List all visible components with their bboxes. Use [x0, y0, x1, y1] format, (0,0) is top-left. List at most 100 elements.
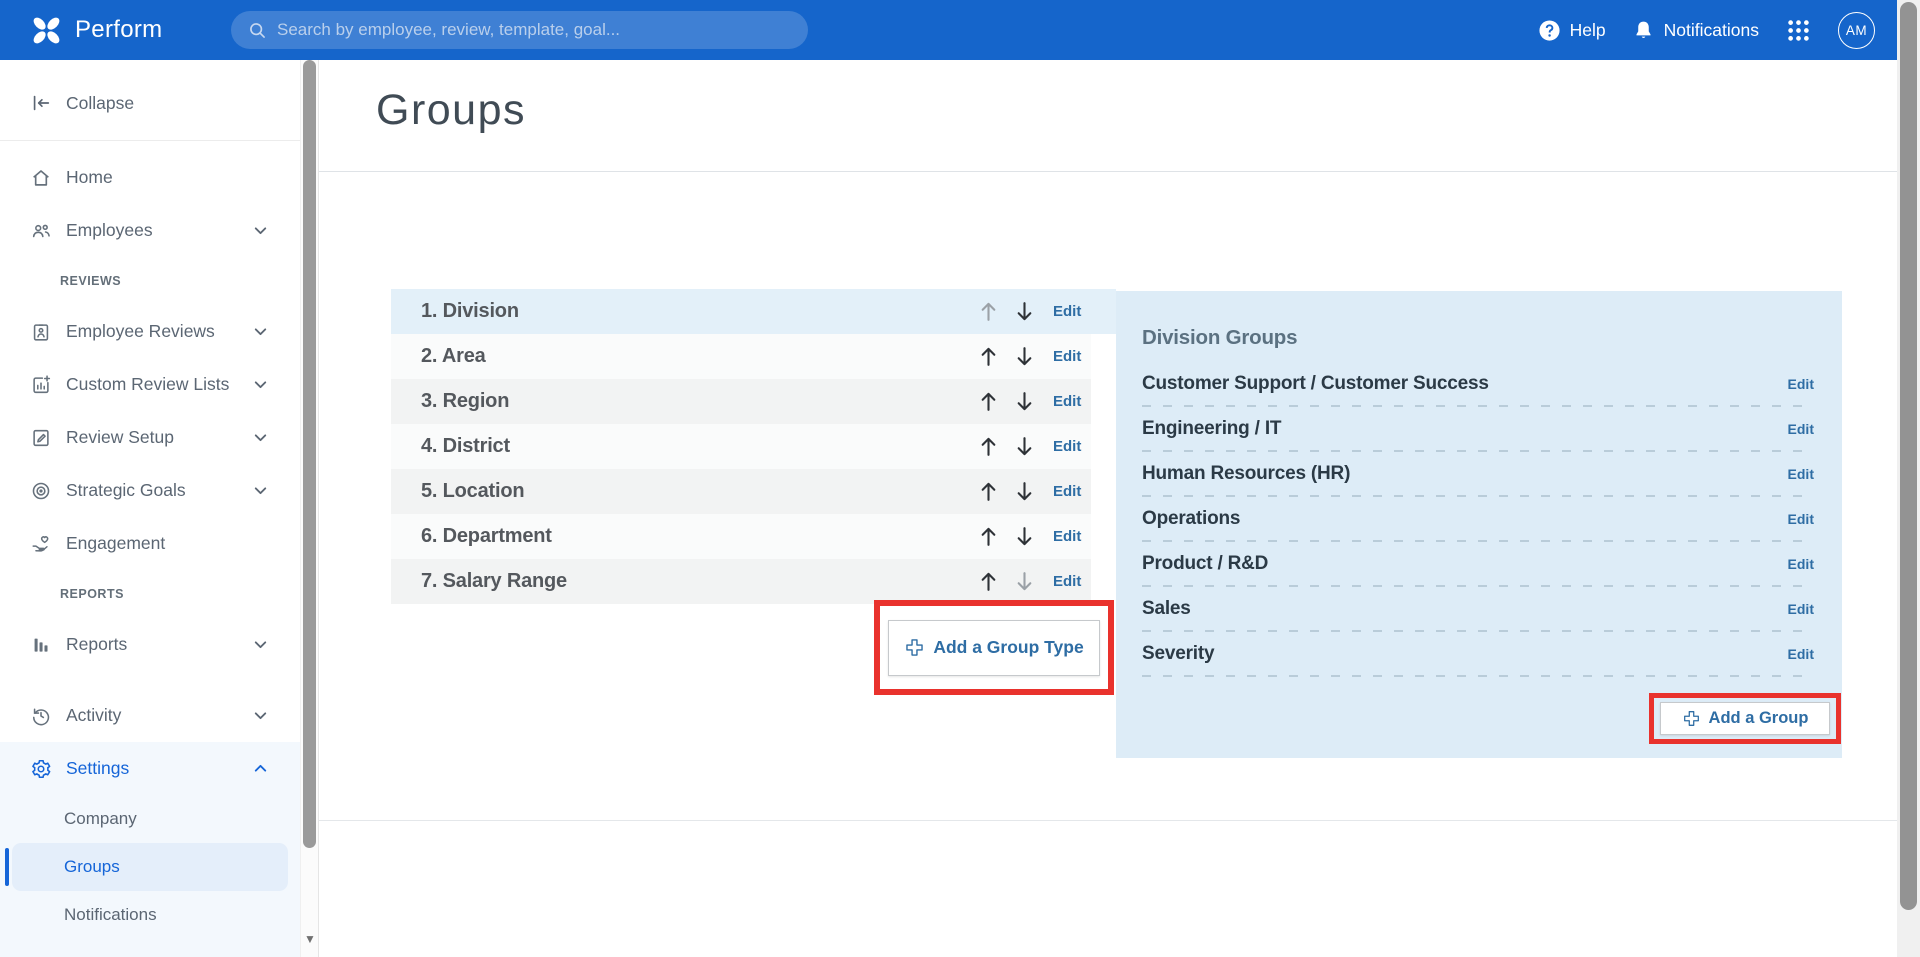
group-type-controls: Edit: [976, 514, 1081, 559]
group-name: Operations: [1142, 507, 1241, 529]
sidebar-item-employees[interactable]: Employees: [0, 204, 300, 257]
edit-group-link[interactable]: Edit: [1788, 376, 1814, 392]
help-button[interactable]: Help: [1538, 19, 1606, 42]
group-type-label: 6. Department: [421, 525, 552, 547]
window-scrollbar[interactable]: [1897, 0, 1920, 957]
sidebar-item-label: Custom Review Lists: [66, 374, 230, 394]
edit-group-type-link[interactable]: Edit: [1053, 528, 1081, 545]
sidebar-subitem-label: Company: [64, 809, 137, 828]
group-type-row-3-region[interactable]: 3. Region Edit: [391, 379, 1091, 424]
move-down-icon[interactable]: [1012, 299, 1037, 324]
move-up-icon[interactable]: [976, 344, 1001, 369]
sidebar-subitem-company[interactable]: Company: [0, 795, 300, 843]
sidebar-item-label: Employee Reviews: [66, 321, 215, 341]
edit-group-link[interactable]: Edit: [1788, 511, 1814, 527]
move-up-icon[interactable]: [976, 389, 1001, 414]
group-type-controls: Edit: [976, 379, 1081, 424]
sidebar-scrollbar[interactable]: ▼: [300, 60, 318, 957]
sidebar-subitem-notifications[interactable]: Notifications: [0, 891, 300, 939]
collapse-button[interactable]: Collapse: [0, 80, 300, 126]
edit-group-link[interactable]: Edit: [1788, 421, 1814, 437]
global-search[interactable]: [231, 11, 808, 49]
add-group-label: Add a Group: [1708, 709, 1809, 727]
move-up-icon[interactable]: [976, 569, 1001, 594]
annotation-box-add-group: Add a Group: [1649, 693, 1841, 744]
topbar: Perform Help Notifications AM: [0, 0, 1920, 60]
group-type-controls: Edit: [976, 289, 1081, 334]
sidebar-nav: Home Employees REVIEWS Employee Reviews Cust…: [0, 151, 300, 957]
brand[interactable]: Perform: [28, 0, 162, 60]
edit-group-link[interactable]: Edit: [1788, 466, 1814, 482]
chevron-down-icon: [251, 481, 270, 500]
activity-icon: [30, 705, 52, 727]
move-up-icon[interactable]: [976, 524, 1001, 549]
chevron-down-icon: [251, 706, 270, 725]
move-down-icon[interactable]: [1012, 569, 1037, 594]
sidebar-subitem-label: Groups: [64, 857, 120, 876]
edit-group-link[interactable]: Edit: [1788, 601, 1814, 617]
window-scrollbar-thumb[interactable]: [1900, 2, 1917, 910]
page-title: Groups: [376, 86, 527, 134]
search-input[interactable]: [277, 20, 792, 40]
sidebar-scrollbar-thumb[interactable]: [303, 60, 316, 848]
avatar[interactable]: AM: [1838, 11, 1875, 49]
sidebar-item-employee-reviews[interactable]: Employee Reviews: [0, 305, 300, 358]
edit-group-link[interactable]: Edit: [1788, 646, 1814, 662]
edit-group-type-link[interactable]: Edit: [1053, 393, 1081, 410]
page-header: Groups: [319, 60, 1897, 172]
chevron-up-icon: [251, 759, 270, 778]
edit-group-type-link[interactable]: Edit: [1053, 573, 1081, 590]
sidebar-item-review-setup[interactable]: Review Setup: [0, 411, 300, 464]
group-type-controls: Edit: [976, 559, 1081, 604]
move-up-icon[interactable]: [976, 299, 1001, 324]
group-type-row-1-division[interactable]: 1. Division Edit: [391, 289, 1116, 334]
move-up-icon[interactable]: [976, 479, 1001, 504]
sidebar-item-home[interactable]: Home: [0, 151, 300, 204]
sidebar-item-custom-review-lists[interactable]: Custom Review Lists: [0, 358, 300, 411]
edit-group-type-link[interactable]: Edit: [1053, 303, 1081, 320]
sidebar-item-label: Home: [66, 167, 113, 187]
settings-icon: [30, 758, 52, 780]
sidebar: Collapse Home Employees REVIEWS Employee Re…: [0, 60, 300, 957]
group-type-row-4-district[interactable]: 4. District Edit: [391, 424, 1091, 469]
review-setup-icon: [30, 427, 52, 449]
group-type-list: 1. Division Edit 2. Area Edit 3. Region Edit 4…: [391, 289, 1116, 604]
group-type-label: 4. District: [421, 435, 510, 457]
edit-group-type-link[interactable]: Edit: [1053, 438, 1081, 455]
sidebar-item-settings[interactable]: Settings: [0, 742, 300, 795]
sidebar-subitem-groups[interactable]: Groups: [5, 843, 288, 891]
move-down-icon[interactable]: [1012, 524, 1037, 549]
group-type-row-6-department[interactable]: 6. Department Edit: [391, 514, 1091, 559]
scroll-down-arrow-icon[interactable]: ▼: [301, 932, 319, 946]
group-name: Severity: [1142, 642, 1215, 664]
add-group-type-button[interactable]: Add a Group Type: [888, 619, 1100, 676]
move-down-icon[interactable]: [1012, 389, 1037, 414]
sidebar-item-engagement[interactable]: Engagement: [0, 517, 300, 570]
group-type-row-2-area[interactable]: 2. Area Edit: [391, 334, 1091, 379]
group-type-controls: Edit: [976, 334, 1081, 379]
group-type-controls: Edit: [976, 424, 1081, 469]
move-up-icon[interactable]: [976, 434, 1001, 459]
edit-group-link[interactable]: Edit: [1788, 556, 1814, 572]
move-down-icon[interactable]: [1012, 344, 1037, 369]
collapse-label: Collapse: [66, 92, 135, 113]
sidebar-item-strategic-goals[interactable]: Strategic Goals: [0, 464, 300, 517]
sidebar-item-label: Reports: [66, 634, 128, 654]
add-group-type-label: Add a Group Type: [933, 637, 1084, 657]
settings-expanded-group: Settings Company Groups Notifications: [0, 742, 300, 957]
sidebar-item-reports[interactable]: Reports: [0, 618, 300, 671]
group-type-label: 7. Salary Range: [421, 570, 567, 592]
edit-group-type-link[interactable]: Edit: [1053, 348, 1081, 365]
group-type-row-5-location[interactable]: 5. Location Edit: [391, 469, 1091, 514]
sidebar-item-activity[interactable]: Activity: [0, 689, 300, 742]
notifications-button[interactable]: Notifications: [1632, 19, 1759, 42]
group-type-row-7-salary-range[interactable]: 7. Salary Range Edit: [391, 559, 1091, 604]
grid-icon[interactable]: [1785, 17, 1812, 44]
edit-group-type-link[interactable]: Edit: [1053, 483, 1081, 500]
move-down-icon[interactable]: [1012, 434, 1037, 459]
panel-items: Customer Support / Customer Success Edit E…: [1142, 361, 1814, 677]
add-group-button[interactable]: Add a Group: [1660, 702, 1830, 735]
sidebar-item-label: Engagement: [66, 533, 166, 553]
sidebar-item-label: Review Setup: [66, 427, 174, 447]
move-down-icon[interactable]: [1012, 479, 1037, 504]
